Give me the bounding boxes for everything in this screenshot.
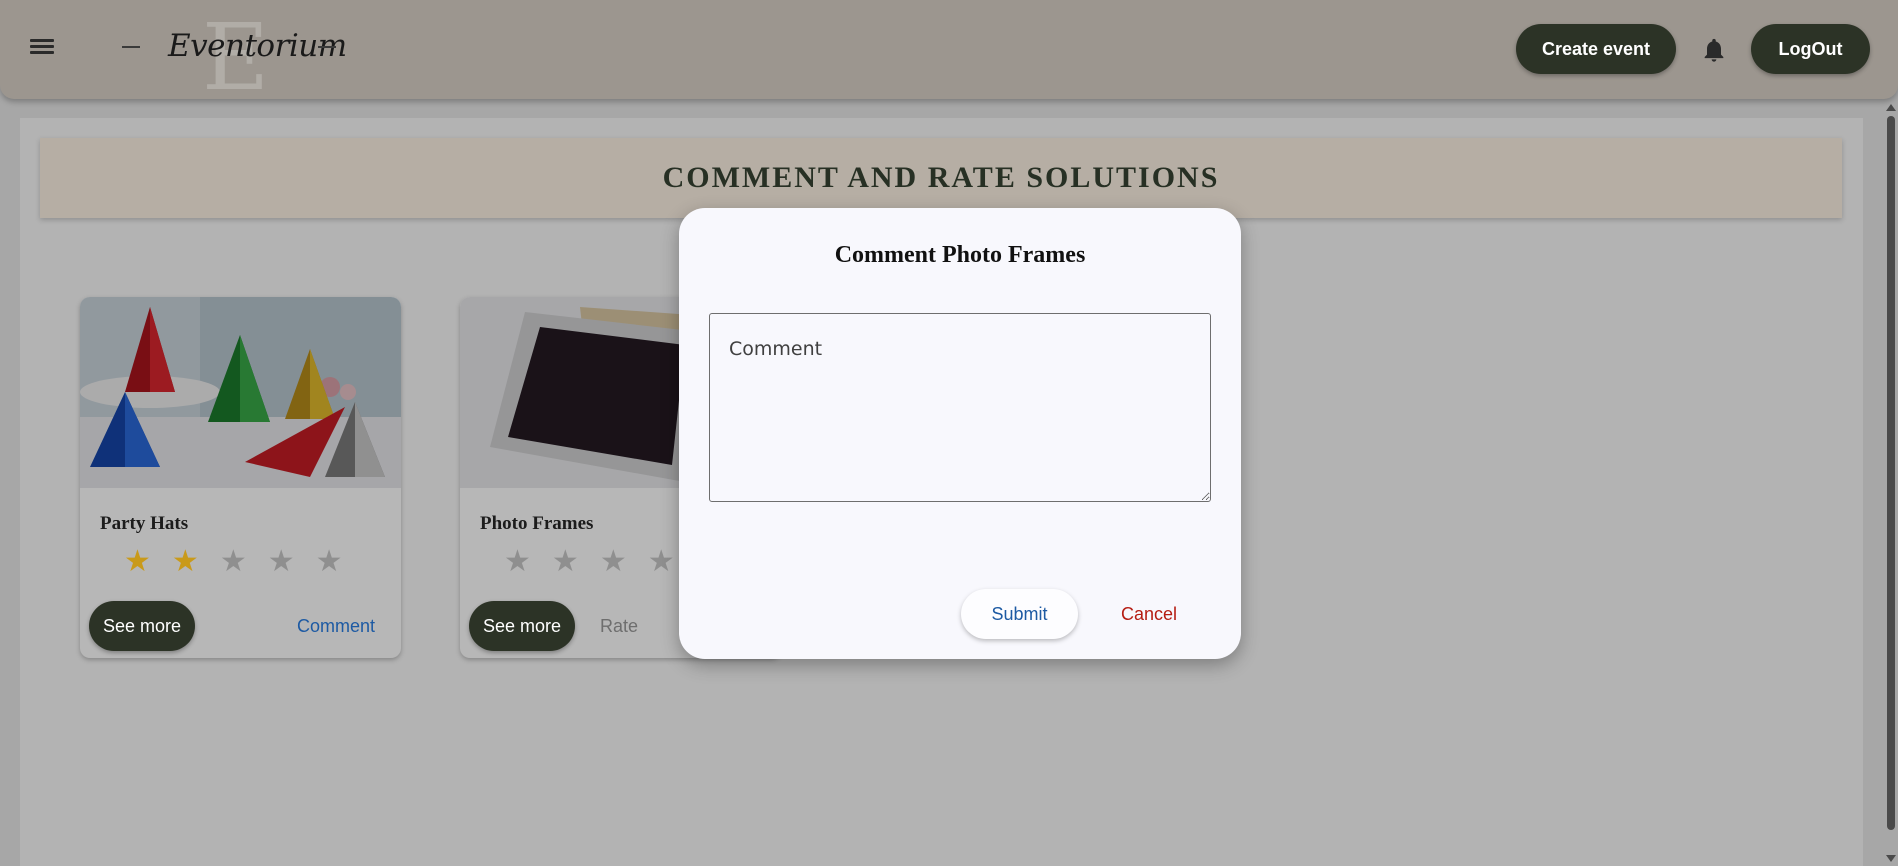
submit-button[interactable]: Submit [961, 589, 1078, 639]
menu-icon[interactable] [30, 36, 60, 62]
logo-dash-right [318, 46, 336, 48]
image-dim-overlay [80, 297, 401, 488]
create-event-button[interactable]: Create event [1516, 24, 1676, 74]
cancel-button[interactable]: Cancel [1099, 589, 1199, 639]
scroll-up-arrow-icon[interactable] [1886, 104, 1896, 111]
logo-dash-left [122, 46, 140, 48]
party-hats-image [80, 297, 401, 488]
star-icon[interactable]: ★ [124, 547, 151, 577]
dialog-title: Comment Photo Frames [834, 242, 1086, 268]
card-title: Party Hats [100, 513, 189, 534]
logout-button[interactable]: LogOut [1751, 24, 1870, 74]
star-icon[interactable]: ★ [552, 547, 579, 577]
comment-textarea[interactable] [709, 313, 1211, 502]
scroll-thumb[interactable] [1887, 116, 1895, 830]
star-icon[interactable]: ★ [220, 547, 247, 577]
scroll-down-arrow-icon[interactable] [1886, 855, 1896, 862]
page-title: COMMENT AND RATE SOLUTIONS [662, 161, 1220, 194]
bell-icon[interactable] [1700, 35, 1728, 65]
star-icon[interactable]: ★ [172, 547, 199, 577]
star-icon[interactable]: ★ [316, 547, 343, 577]
comment-link[interactable]: Comment [297, 616, 375, 637]
rate-link[interactable]: Rate [600, 616, 638, 637]
rating-stars: ★ ★ ★ ★ ★ [124, 547, 343, 577]
star-icon[interactable]: ★ [600, 547, 627, 577]
star-icon[interactable]: ★ [504, 547, 531, 577]
card-title: Photo Frames [480, 513, 594, 534]
solution-card: Party Hats ★ ★ ★ ★ ★ See more Comment [80, 297, 401, 658]
page-title-banner: COMMENT AND RATE SOLUTIONS [40, 138, 1842, 218]
see-more-button[interactable]: See more [469, 601, 575, 651]
comment-dialog: Comment Photo Frames Submit Cancel [679, 208, 1241, 659]
logo[interactable]: E Eventorium [120, 4, 347, 111]
star-icon[interactable]: ★ [268, 547, 295, 577]
vertical-scrollbar[interactable] [1884, 99, 1898, 866]
see-more-button[interactable]: See more [89, 601, 195, 651]
top-app-bar: E Eventorium Create event LogOut [0, 0, 1898, 111]
star-icon[interactable]: ★ [648, 547, 675, 577]
